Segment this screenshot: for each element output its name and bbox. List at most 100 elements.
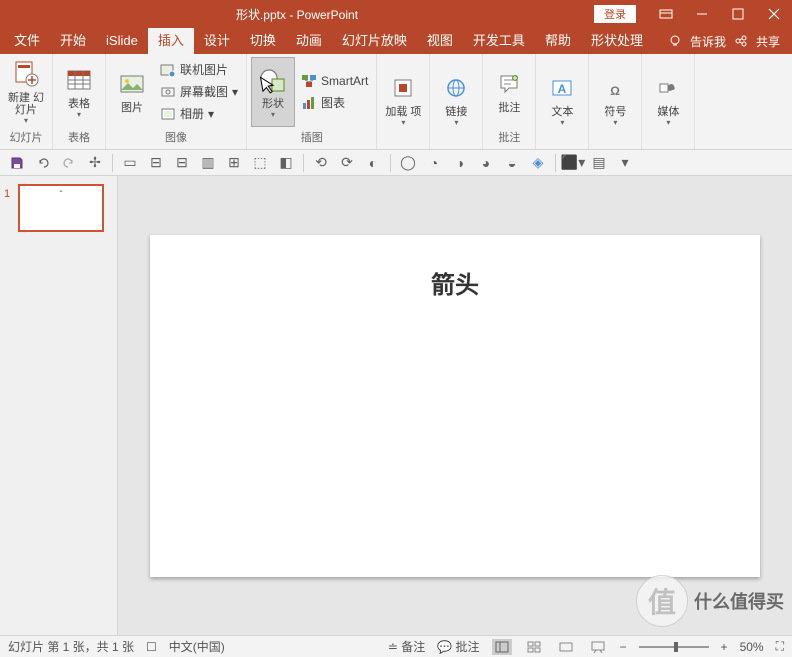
qat-button-18[interactable]: ⬛▾ [564,154,582,172]
ribbon-group-symbols: Ω 符号 ▾ [589,54,642,149]
qat-button-10[interactable]: ⟳ [338,154,356,172]
tab-transitions[interactable]: 切换 [240,28,286,54]
quick-access-toolbar: ✢ ▭ ⊟ ⊟ ▥ ⊞ ⬚ ◧ ⟲ ⟳ ◐ ◯ ◔ ◑ ◕ ◒ ◈ ⬛▾ ▤ ▾ [0,150,792,176]
qat-button-4[interactable]: ⊟ [173,154,191,172]
sorter-view-icon[interactable] [524,639,544,655]
qat-button-1[interactable]: ✢ [86,154,104,172]
fit-to-window-icon[interactable]: ⛶ [776,639,784,654]
watermark-logo: 值 [636,575,688,627]
qat-button-9[interactable]: ⟲ [312,154,330,172]
textbox-icon: A [546,72,578,104]
accessibility-icon[interactable]: ☐ [146,640,157,654]
ribbon: 新建 幻灯片 ▾ 幻灯片 表格 ▾ 表格 图片 联机图片 屏幕截图▾ 相册▾ [0,54,792,150]
app-name: PowerPoint [297,8,358,22]
slide-thumbnail-pane[interactable]: 1 [0,176,118,635]
picture-button[interactable]: 图片 [110,57,154,127]
reading-view-icon[interactable] [556,639,576,655]
thumbnail-slide[interactable] [18,184,104,232]
normal-view-icon[interactable] [492,639,512,655]
ribbon-group-links: 链接 ▾ [430,54,483,149]
workspace: 1 箭头 [0,176,792,635]
tell-me[interactable]: 告诉我 [690,33,726,50]
window-title: 形状.pptx - PowerPoint [0,6,594,23]
table-icon [63,64,95,96]
qat-button-15[interactable]: ◕ [477,154,495,172]
undo-icon[interactable] [34,154,52,172]
tab-home[interactable]: 开始 [50,28,96,54]
symbol-icon: Ω [599,72,631,104]
comment-button[interactable]: 批注 [487,57,531,127]
qat-button-6[interactable]: ⊞ [225,154,243,172]
chevron-down-icon: ▾ [77,110,81,119]
comments-button[interactable]: 💬 批注 [437,638,479,655]
media-button[interactable]: 媒体 ▾ [646,65,690,135]
tab-developer[interactable]: 开发工具 [463,28,535,54]
slideshow-view-icon[interactable] [588,639,608,655]
qat-button-2[interactable]: ▭ [121,154,139,172]
watermark: 值 什么值得买 [636,575,784,627]
chevron-down-icon: ▾ [666,118,670,127]
qat-button-11[interactable]: ◐ [364,154,382,172]
chevron-down-icon: ▾ [271,110,275,119]
addin-icon [387,72,419,104]
qat-button-5[interactable]: ▥ [199,154,217,172]
thumbnail-item[interactable]: 1 [4,184,113,232]
tab-design[interactable]: 设计 [194,28,240,54]
table-button[interactable]: 表格 ▾ [57,57,101,127]
tab-shape-process[interactable]: 形状处理 [581,28,653,54]
minimize-icon[interactable] [684,0,720,28]
qat-button-16[interactable]: ◒ [503,154,521,172]
tab-islide[interactable]: iSlide [96,28,148,54]
maximize-icon[interactable] [720,0,756,28]
ribbon-display-icon[interactable] [648,0,684,28]
textbox-button[interactable]: A 文本 ▾ [540,65,584,135]
notes-button[interactable]: ≐ 备注 [388,638,425,655]
titlebar: 形状.pptx - PowerPoint 登录 [0,0,792,28]
online-picture-button[interactable]: 联机图片 [156,59,242,81]
slide-canvas[interactable]: 箭头 [150,235,760,577]
album-button[interactable]: 相册▾ [156,103,242,125]
chevron-down-icon: ▾ [401,118,405,127]
shapes-button[interactable]: 形状 ▾ [251,57,295,127]
zoom-in-icon[interactable]: + [721,640,728,654]
symbol-button[interactable]: Ω 符号 ▾ [593,65,637,135]
language-label[interactable]: 中文(中国) [169,638,225,655]
qat-dropdown-icon[interactable]: ▾ [616,154,634,172]
tab-insert[interactable]: 插入 [148,28,194,54]
slide-canvas-area[interactable]: 箭头 [118,176,792,635]
save-icon[interactable] [8,154,26,172]
qat-button-8[interactable]: ◧ [277,154,295,172]
tab-help[interactable]: 帮助 [535,28,581,54]
login-button[interactable]: 登录 [594,5,636,23]
zoom-slider[interactable] [639,646,709,648]
addins-button[interactable]: 加载 项 ▾ [381,65,425,135]
zoom-out-icon[interactable]: − [620,640,627,654]
lightbulb-icon [668,34,682,48]
ribbon-group-tables: 表格 ▾ 表格 [53,54,106,149]
qat-button-13[interactable]: ◔ [425,154,443,172]
tab-animations[interactable]: 动画 [286,28,332,54]
link-button[interactable]: 链接 ▾ [434,65,478,135]
qat-button-12[interactable]: ◯ [399,154,417,172]
close-icon[interactable] [756,0,792,28]
screenshot-button[interactable]: 屏幕截图▾ [156,81,242,103]
chevron-down-icon: ▾ [454,118,458,127]
qat-button-17[interactable]: ◈ [529,154,547,172]
qat-button-14[interactable]: ◑ [451,154,469,172]
new-slide-button[interactable]: 新建 幻灯片 ▾ [4,57,48,127]
slide-count-label: 幻灯片 第 1 张，共 1 张 [8,638,134,655]
smartart-button[interactable]: SmartArt [297,70,372,92]
qat-button-3[interactable]: ⊟ [147,154,165,172]
link-icon [440,72,472,104]
tab-slideshow[interactable]: 幻灯片放映 [332,28,417,54]
zoom-level[interactable]: 50% [740,640,764,654]
tab-file[interactable]: 文件 [4,28,50,54]
slide-title-text[interactable]: 箭头 [431,265,479,300]
qat-button-7[interactable]: ⬚ [251,154,269,172]
tab-view[interactable]: 视图 [417,28,463,54]
qat-button-19[interactable]: ▤ [590,154,608,172]
redo-icon[interactable] [60,154,78,172]
chevron-down-icon: ▾ [560,118,564,127]
share-button[interactable]: 共享 [756,33,780,50]
chart-button[interactable]: 图表 [297,92,372,114]
